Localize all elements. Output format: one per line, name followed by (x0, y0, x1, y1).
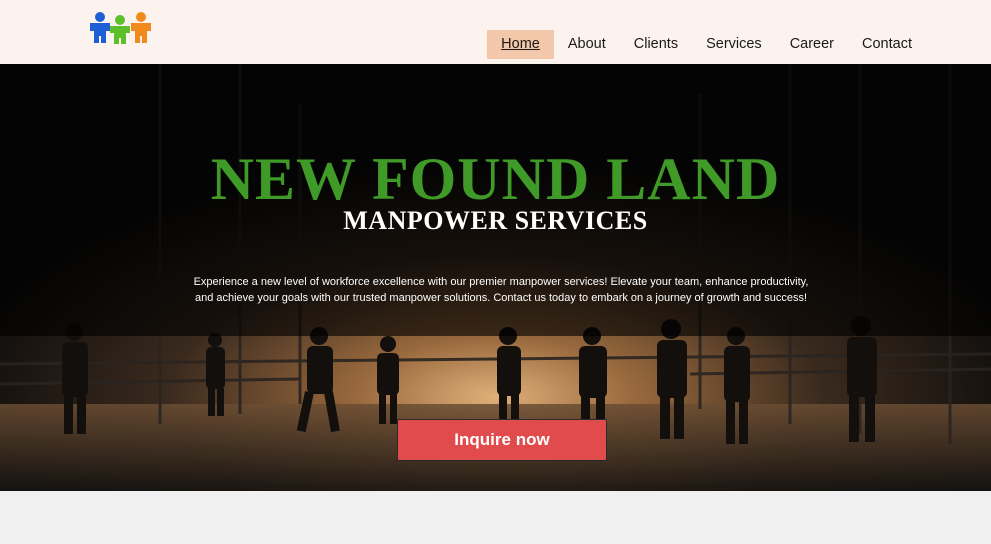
site-header: Home About Clients Services Career Conta… (0, 0, 991, 64)
nav-contact[interactable]: Contact (848, 30, 926, 59)
inquire-now-button[interactable]: Inquire now (397, 419, 607, 461)
puzzle-people-logo[interactable] (89, 11, 153, 45)
nav-career[interactable]: Career (776, 30, 848, 59)
nav-services[interactable]: Services (692, 30, 776, 59)
hero-description: Experience a new level of workforce exce… (193, 276, 809, 304)
main-nav: Home About Clients Services Career Conta… (487, 30, 926, 59)
page-content-area (0, 491, 991, 544)
nav-about[interactable]: About (554, 30, 620, 59)
nav-clients[interactable]: Clients (620, 30, 692, 59)
hero-subtitle: MANPOWER SERVICES (343, 206, 648, 235)
nav-home[interactable]: Home (487, 30, 554, 59)
hero-section: NEW FOUND LAND MANPOWER SERVICES Experie… (0, 64, 991, 491)
